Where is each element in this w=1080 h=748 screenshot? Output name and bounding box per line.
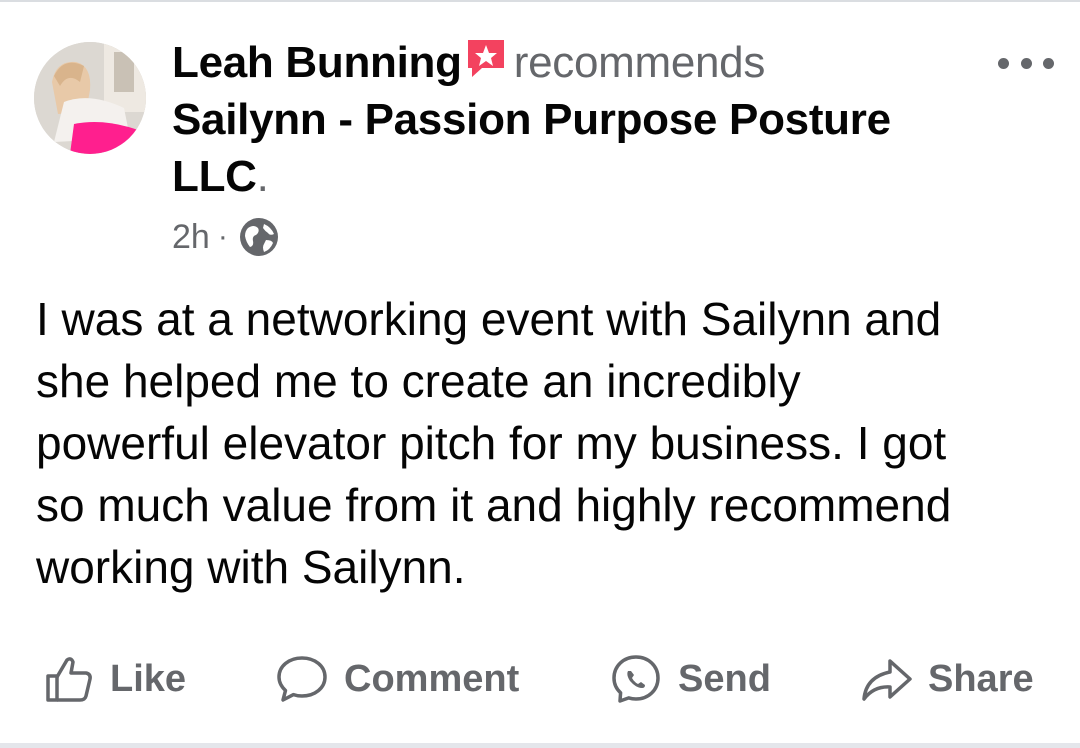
- send-button[interactable]: Send: [608, 644, 771, 714]
- share-button[interactable]: Share: [858, 644, 1034, 714]
- post-header: Leah Bunning recommends Sailynn - Passion…: [172, 34, 972, 205]
- comment-bubble-icon: [277, 656, 327, 702]
- post-meta: 2h ·: [172, 212, 280, 262]
- post-text: I was at a networking event with Sailynn…: [36, 293, 952, 593]
- top-divider: [0, 0, 1080, 2]
- header-period: .: [256, 152, 269, 201]
- like-label: Like: [110, 657, 187, 700]
- thumbs-up-icon: [46, 657, 92, 702]
- avatar-photo: [34, 42, 146, 154]
- recommends-verb: recommends: [513, 38, 766, 87]
- send-label: Send: [678, 657, 771, 700]
- dot: [1043, 57, 1054, 69]
- comment-label: Comment: [344, 657, 520, 700]
- share-arrow-icon: [862, 659, 912, 701]
- comment-button[interactable]: Comment: [274, 644, 519, 714]
- author-name[interactable]: Leah Bunning: [172, 38, 462, 87]
- bottom-divider: [0, 743, 1080, 748]
- recommended-page-name[interactable]: Sailynn - Passion Purpose Posture LLC: [172, 95, 891, 201]
- messenger-icon: [612, 655, 660, 703]
- post-timestamp[interactable]: 2h: [172, 218, 210, 257]
- share-label: Share: [928, 657, 1034, 700]
- recommendation-star-icon: [464, 36, 508, 80]
- dot: [1020, 57, 1032, 69]
- like-button[interactable]: Like: [40, 644, 186, 714]
- dot: [998, 57, 1009, 69]
- avatar[interactable]: [34, 42, 146, 154]
- post-action-bar: Like Comment Send Share: [0, 644, 1080, 714]
- meta-separator: ·: [217, 220, 228, 253]
- more-options-icon[interactable]: [998, 48, 1054, 78]
- globe-icon[interactable]: [238, 216, 280, 258]
